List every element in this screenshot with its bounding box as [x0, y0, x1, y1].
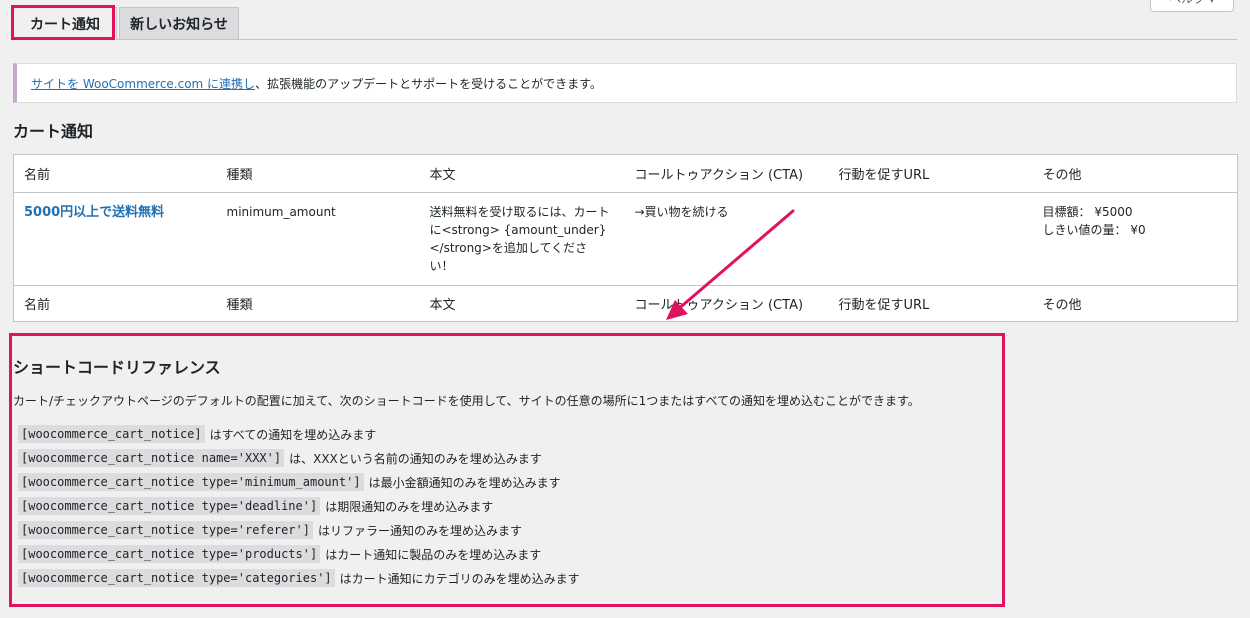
tab-new-notice[interactable]: 新しいお知らせ: [119, 7, 239, 39]
list-item: [woocommerce_cart_notice] はすべての通知を埋め込みます: [18, 422, 580, 446]
notice-name-link[interactable]: 5000円以上で送料無料: [24, 205, 164, 220]
shortcode: [woocommerce_cart_notice name='XXX']: [18, 449, 285, 467]
list-item: [woocommerce_cart_notice type='categorie…: [18, 566, 580, 590]
column-footer-type: 種類: [216, 285, 420, 322]
column-footer-url: 行動を促すURL: [828, 285, 1033, 322]
shortcode-description: はカート通知にカテゴリのみを埋め込みます: [339, 571, 580, 586]
column-footer-name[interactable]: 名前: [13, 285, 217, 322]
shortcode-description: はカート通知に製品のみを埋め込みます: [325, 547, 542, 562]
notice-url: [829, 193, 1033, 286]
cart-notices-table: 名前 種類 本文 コールトゥアクション (CTA) 行動を促すURL その他 5…: [13, 154, 1238, 322]
shortcode: [woocommerce_cart_notice type='minimum_a…: [18, 473, 364, 491]
notice-type: minimum_amount: [226, 205, 336, 219]
shortcode-description: は、XXXという名前の通知のみを埋め込みます: [289, 451, 542, 466]
column-header-name[interactable]: 名前: [13, 154, 217, 193]
notice-other-target: 目標額： ¥5000: [1042, 205, 1133, 219]
column-header-cta: コールトゥアクション (CTA): [624, 154, 829, 193]
shortcode-description: は期限通知のみを埋め込みます: [325, 499, 494, 514]
table-row: 5000円以上で送料無料 minimum_amount 送料無料を受け取るには、…: [14, 193, 1238, 286]
column-footer-other: その他: [1032, 285, 1238, 322]
page-title: カート通知: [13, 122, 94, 141]
column-footer-body: 本文: [419, 285, 625, 322]
table-footer-row: 名前 種類 本文 コールトゥアクション (CTA) 行動を促すURL その他: [13, 285, 1238, 322]
table-header-row: 名前 種類 本文 コールトゥアクション (CTA) 行動を促すURL その他: [13, 154, 1238, 193]
shortcode-description: はすべての通知を埋め込みます: [209, 427, 377, 442]
shortcode-description: は最小金額通知のみを埋め込みます: [368, 475, 561, 490]
shortcode: [woocommerce_cart_notice type='products'…: [18, 545, 321, 563]
tab-highlight-frame: [11, 5, 115, 40]
connect-notice-text: 、拡張機能のアップデートとサポートを受けることができます。: [255, 76, 602, 91]
column-header-body: 本文: [419, 154, 625, 193]
column-header-other: その他: [1032, 154, 1238, 193]
shortcode: [woocommerce_cart_notice]: [18, 425, 205, 443]
column-footer-cta: コールトゥアクション (CTA): [624, 285, 829, 322]
list-item: [woocommerce_cart_notice type='referer']…: [18, 518, 580, 542]
shortcode-description: はリファラー通知のみを埋め込みます: [317, 523, 522, 538]
shortcode-list: [woocommerce_cart_notice] はすべての通知を埋め込みます …: [18, 422, 580, 590]
shortcode-reference-description: カート/チェックアウトページのデフォルトの配置に加えて、次のショートコードを使用…: [13, 394, 920, 408]
notice-other-threshold: しきい値の量： ¥0: [1042, 223, 1146, 237]
connect-notice: サイトを WooCommerce.com に連携し 、拡張機能のアップデートとサ…: [13, 63, 1237, 103]
list-item: [woocommerce_cart_notice name='XXX'] は、XX…: [18, 446, 580, 470]
tab-bar: カート通知 新しいお知らせ: [13, 7, 1237, 40]
notice-body: 送料無料を受け取るには、カートに<strong> {amount_under}<…: [429, 205, 610, 273]
connect-woocommerce-link[interactable]: サイトを WooCommerce.com に連携し: [31, 75, 255, 92]
shortcode: [woocommerce_cart_notice type='referer']: [18, 521, 313, 539]
shortcode: [woocommerce_cart_notice type='deadline'…: [18, 497, 321, 515]
column-header-type: 種類: [216, 154, 420, 193]
column-header-url: 行動を促すURL: [828, 154, 1033, 193]
notice-other: 目標額： ¥5000 しきい値の量： ¥0: [1033, 193, 1238, 286]
shortcode: [woocommerce_cart_notice type='categorie…: [18, 569, 335, 587]
list-item: [woocommerce_cart_notice type='minimum_a…: [18, 470, 580, 494]
list-item: [woocommerce_cart_notice type='deadline'…: [18, 494, 580, 518]
list-item: [woocommerce_cart_notice type='products'…: [18, 542, 580, 566]
shortcode-reference-title: ショートコードリファレンス: [13, 358, 221, 377]
notice-cta: →買い物を続ける: [634, 205, 729, 219]
